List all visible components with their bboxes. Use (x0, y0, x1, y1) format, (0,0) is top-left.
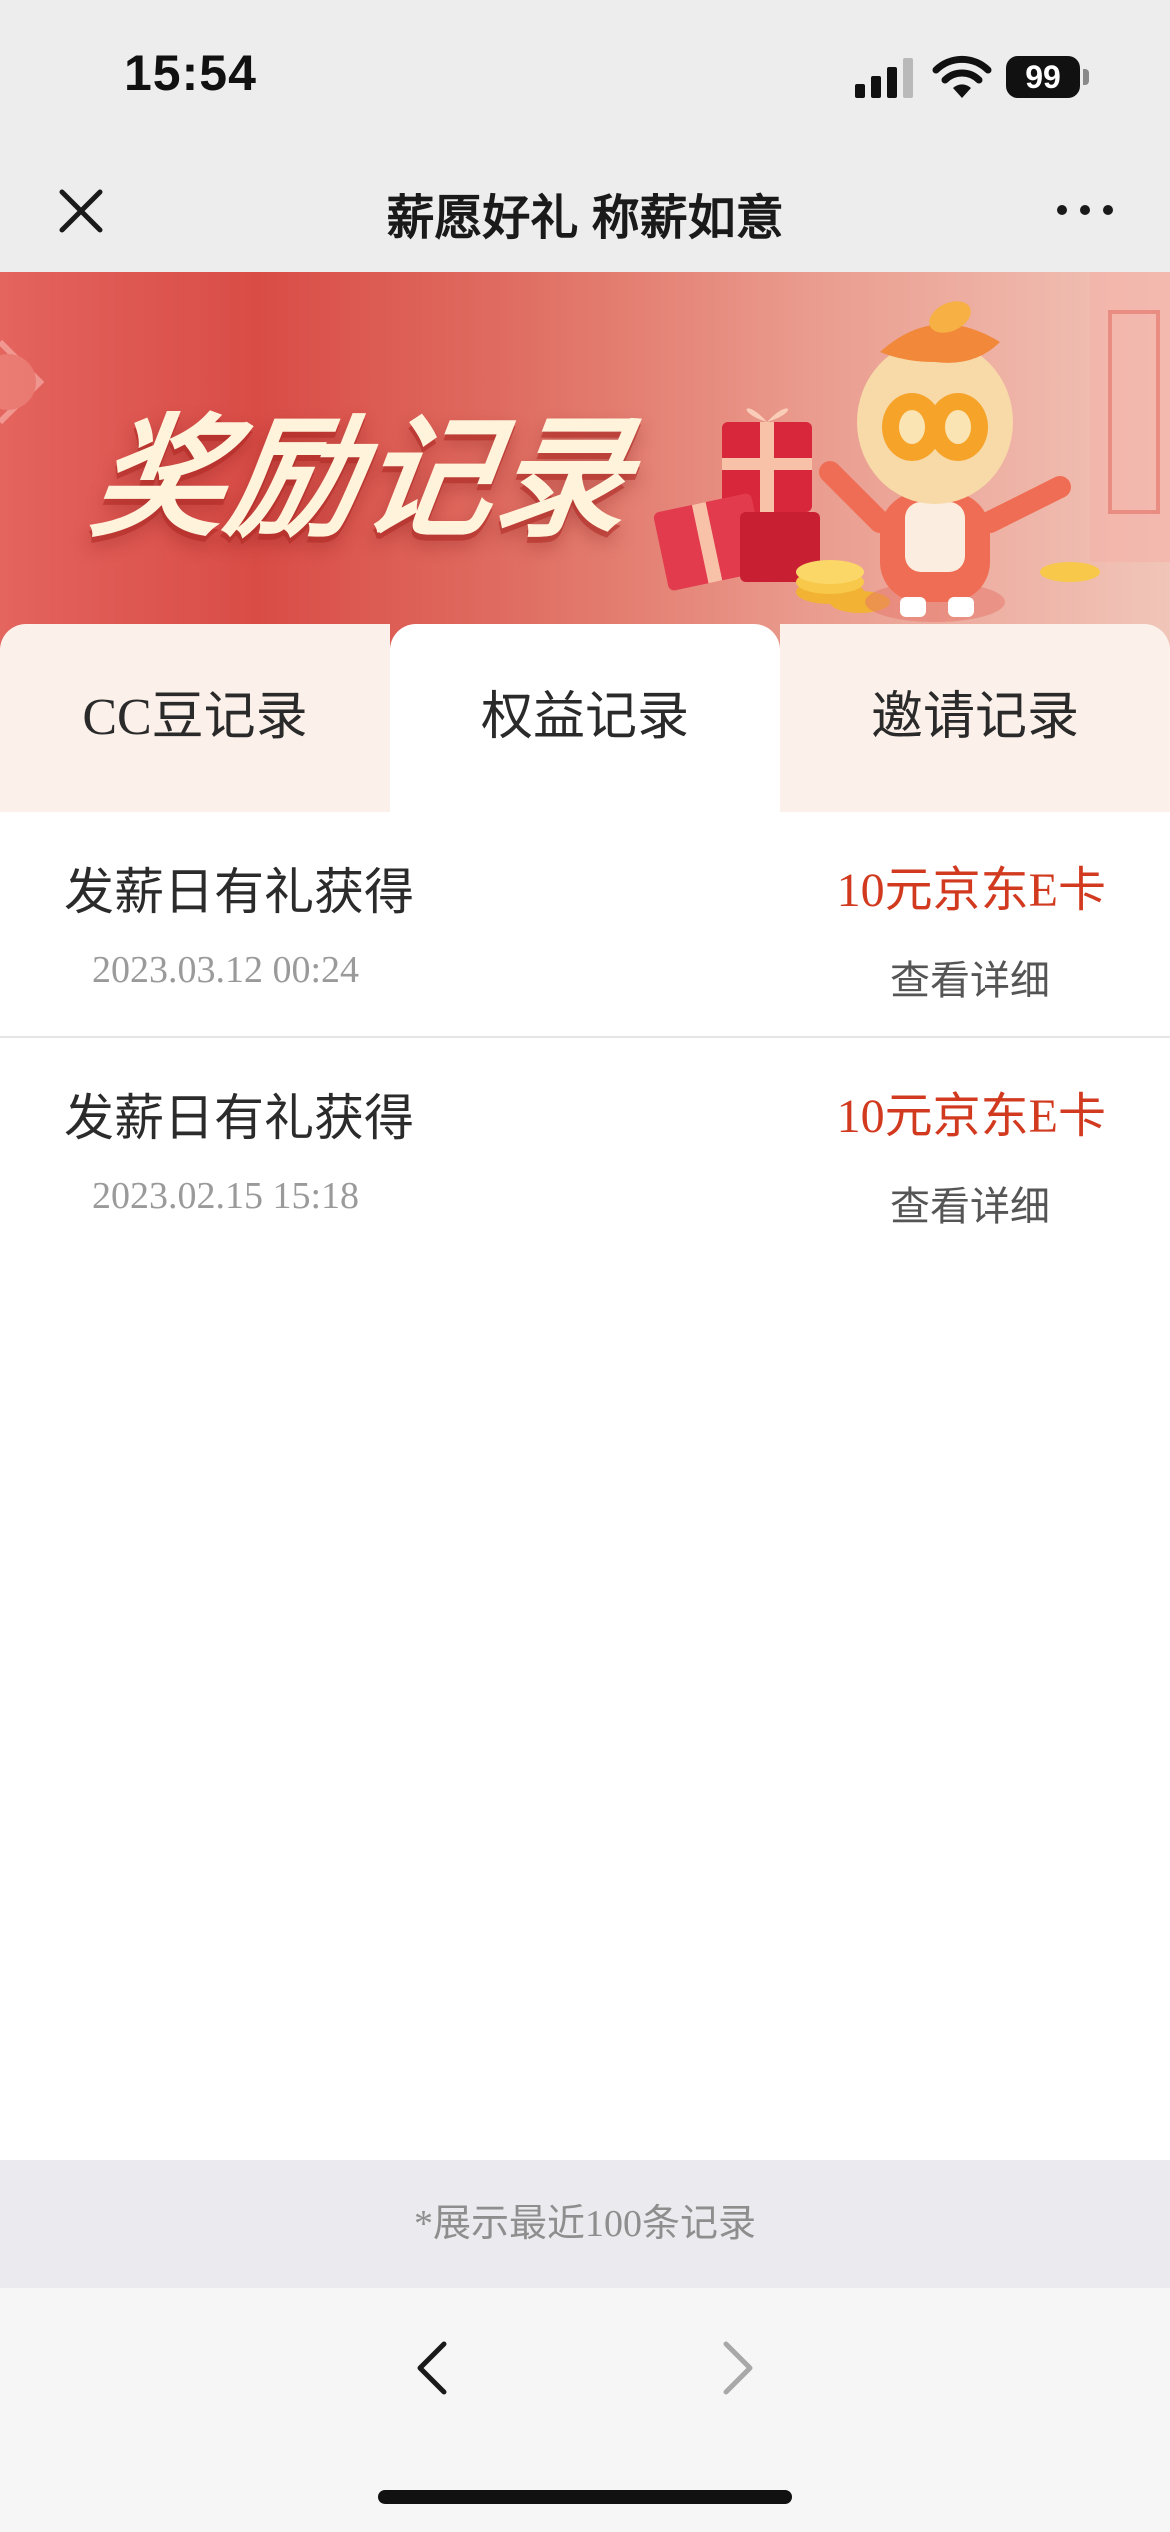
lantern-decoration (0, 339, 45, 425)
record-reward: 10元京东E卡 (836, 864, 1106, 917)
forward-arrow-icon[interactable] (712, 2338, 762, 2398)
reward-banner: 奖励记录 (0, 272, 1170, 648)
record-tabs: CC豆记录 权益记录 邀请记录 (0, 624, 1170, 812)
battery-level: 99 (1025, 59, 1061, 95)
page-title: 薪愿好礼 称薪如意 (386, 192, 784, 245)
records-limit-note: *展示最近100条记录 (0, 2160, 1170, 2288)
tab-invite-records[interactable]: 邀请记录 (780, 624, 1170, 812)
status-bar: 15:54 99 (0, 0, 1170, 150)
status-time: 15:54 (124, 45, 257, 101)
banner-title: 奖励记录 (84, 405, 641, 552)
home-indicator[interactable] (378, 2490, 792, 2504)
record-reward: 10元京东E卡 (836, 1090, 1106, 1143)
record-title: 发薪日有礼获得 (64, 1090, 414, 1146)
list-item: 发薪日有礼获得 2023.02.15 15:18 10元京东E卡 查看详细 (0, 1038, 1170, 1264)
nav-bar: 薪愿好礼 称薪如意 (0, 150, 1170, 272)
gift-boxes-illustration (653, 408, 820, 591)
back-arrow-icon[interactable] (408, 2338, 458, 2398)
tab-cc-beans-records[interactable]: CC豆记录 (0, 624, 390, 812)
record-date: 2023.02.15 15:18 (92, 1175, 360, 1217)
view-details-link[interactable]: 查看详细 (890, 948, 1050, 1006)
record-title: 发薪日有礼获得 (64, 864, 414, 920)
browser-toolbar (0, 2288, 1170, 2532)
mascot-illustration (819, 301, 1071, 622)
tab-benefits-records[interactable]: 权益记录 (390, 624, 780, 812)
more-options-icon[interactable] (1050, 190, 1120, 230)
wifi-icon (932, 55, 992, 98)
view-details-link[interactable]: 查看详细 (890, 1174, 1050, 1232)
battery-icon: 99 (1006, 56, 1090, 98)
cellular-signal-icon (855, 58, 913, 98)
record-date: 2023.03.12 00:24 (92, 949, 360, 991)
records-list: 发薪日有礼获得 2023.03.12 00:24 10元京东E卡 查看详细 发薪… (0, 812, 1170, 1264)
list-item: 发薪日有礼获得 2023.03.12 00:24 10元京东E卡 查看详细 (0, 812, 1170, 1038)
